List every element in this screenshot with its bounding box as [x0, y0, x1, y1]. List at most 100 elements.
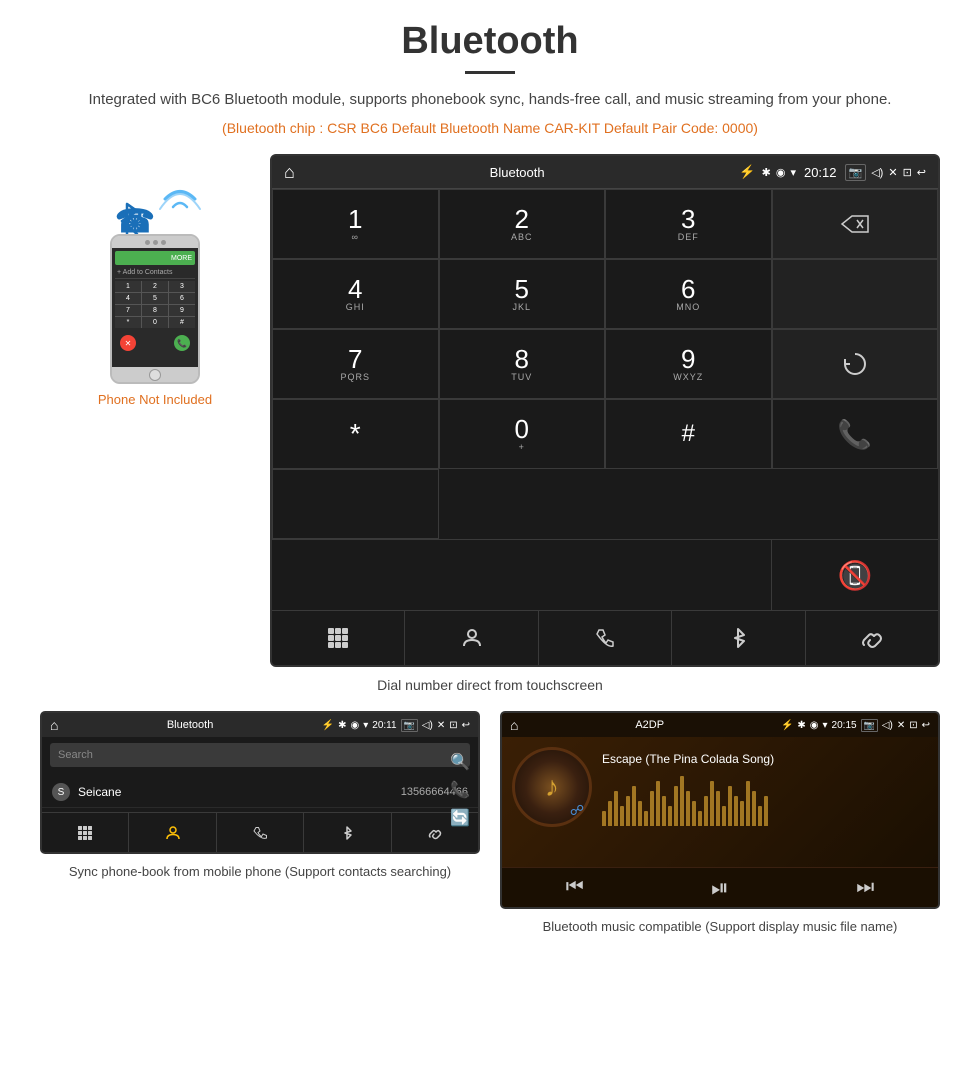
- music-info: Escape (The Pina Colada Song): [602, 747, 928, 857]
- wave-bar: [746, 781, 750, 826]
- dial-key-9[interactable]: 9 WXYZ: [605, 329, 772, 399]
- home-icon[interactable]: ⌂: [284, 162, 295, 183]
- contact-avatar: S: [52, 783, 70, 801]
- wave-bar: [716, 791, 720, 826]
- dial-key-backspace[interactable]: [772, 189, 939, 259]
- title-divider: [465, 71, 515, 74]
- phone-bottom-bar: [112, 367, 198, 382]
- toolbar-bluetooth-btn[interactable]: [672, 611, 805, 665]
- search-input[interactable]: Search: [50, 743, 470, 767]
- phone-key[interactable]: 5: [142, 293, 168, 304]
- contacts-back-icon[interactable]: ↩: [462, 720, 470, 731]
- contacts-toolbar-bt[interactable]: [304, 813, 391, 852]
- camera-icon[interactable]: 📷: [845, 164, 867, 181]
- dial-key-2[interactable]: 2 ABC: [439, 189, 606, 259]
- music-bt-icon: ✱: [797, 720, 805, 731]
- refresh-action-icon[interactable]: 🔄: [450, 808, 470, 828]
- phone-key[interactable]: 4: [115, 293, 141, 304]
- contacts-search-area: Search: [42, 737, 478, 773]
- dial-key-4[interactable]: 4 GHI: [272, 259, 439, 329]
- dial-key-hash[interactable]: #: [605, 399, 772, 469]
- contacts-home-icon[interactable]: ⌂: [50, 717, 58, 733]
- phone-key[interactable]: 9: [169, 305, 195, 316]
- music-content: ♪ ☍ Escape (The Pina Colada Song): [502, 737, 938, 867]
- dial-key-call-red[interactable]: [272, 469, 439, 539]
- specs-line: (Bluetooth chip : CSR BC6 Default Blueto…: [40, 120, 940, 136]
- phone-key[interactable]: 0: [142, 317, 168, 328]
- contacts-toolbar: [42, 812, 478, 852]
- dial-key-refresh[interactable]: [772, 329, 939, 399]
- contacts-action-icons: 🔍 📞 🔄: [450, 752, 470, 828]
- contacts-toolbar-call[interactable]: [217, 813, 304, 852]
- contacts-toolbar-dialpad[interactable]: [42, 813, 129, 852]
- contacts-toolbar-person[interactable]: [129, 813, 216, 852]
- contact-row[interactable]: S Seicane 13566664466: [42, 777, 478, 808]
- volume-icon[interactable]: ◁): [871, 166, 883, 179]
- call-action-icon[interactable]: 📞: [450, 780, 470, 800]
- phone-dialpad: 1 2 3 4 5 6 7 8 9 * 0 #: [115, 281, 195, 328]
- toolbar-contacts-btn[interactable]: [405, 611, 538, 665]
- dial-key-1[interactable]: 1 ∞: [272, 189, 439, 259]
- contacts-cam-icon[interactable]: 📷: [401, 719, 418, 732]
- contacts-vol-icon[interactable]: ◁): [422, 720, 433, 731]
- dial-key-empty-3: [272, 540, 772, 610]
- phone-home-button: [149, 369, 161, 381]
- wave-bar: [632, 786, 636, 826]
- music-screen: ⌂ A2DP ⚡ ✱ ◉ ▾ 20:15 📷 ◁) ✕ ⊡ ↩ ♪: [500, 711, 940, 909]
- prev-track-btn[interactable]: ⏮: [566, 876, 584, 899]
- phone-key[interactable]: *: [115, 317, 141, 328]
- music-window-icon[interactable]: ⊡: [909, 720, 917, 731]
- music-back-icon[interactable]: ↩: [922, 720, 930, 731]
- music-cam-icon[interactable]: 📷: [861, 719, 878, 732]
- phone-key[interactable]: 2: [142, 281, 168, 292]
- contacts-list: S Seicane 13566664466: [42, 773, 478, 812]
- toolbar-link-btn[interactable]: [806, 611, 938, 665]
- dial-key-star[interactable]: *: [272, 399, 439, 469]
- window-icon[interactable]: ⊡: [903, 166, 912, 179]
- phone-key[interactable]: 7: [115, 305, 141, 316]
- status-icons: ✱ ◉ ▾ 20:12 📷 ◁) ✕ ⊡ ↩: [762, 164, 926, 181]
- phone-key[interactable]: #: [169, 317, 195, 328]
- music-vol-icon[interactable]: ◁): [882, 720, 893, 731]
- wave-bar: [722, 806, 726, 826]
- dial-key-5[interactable]: 5 JKL: [439, 259, 606, 329]
- dial-key-8[interactable]: 8 TUV: [439, 329, 606, 399]
- phone-key[interactable]: 3: [169, 281, 195, 292]
- contacts-close-icon[interactable]: ✕: [437, 720, 445, 731]
- music-home-icon[interactable]: ⌂: [510, 717, 518, 733]
- phone-top-bar: [112, 236, 198, 248]
- music-song-title: Escape (The Pina Colada Song): [602, 752, 928, 766]
- dial-key-7[interactable]: 7 PQRS: [272, 329, 439, 399]
- dial-key-6[interactable]: 6 MNO: [605, 259, 772, 329]
- music-sig-icon: ▾: [823, 720, 828, 731]
- contacts-screenshot-block: ⌂ Bluetooth ⚡ ✱ ◉ ▾ 20:11 📷 ◁) ✕ ⊡ ↩ Se: [40, 711, 480, 937]
- phone-key[interactable]: 1: [115, 281, 141, 292]
- contacts-window-icon[interactable]: ⊡: [449, 720, 457, 731]
- wave-bar: [764, 796, 768, 826]
- dial-key-3[interactable]: 3 DEF: [605, 189, 772, 259]
- wave-bar: [758, 806, 762, 826]
- phone-dot-2: [153, 240, 158, 245]
- back-icon[interactable]: ↩: [917, 166, 926, 179]
- phone-key[interactable]: 8: [142, 305, 168, 316]
- phone-key[interactable]: 6: [169, 293, 195, 304]
- toolbar-call-btn[interactable]: [539, 611, 672, 665]
- close-icon[interactable]: ✕: [888, 166, 897, 179]
- music-close-icon[interactable]: ✕: [897, 720, 905, 731]
- dial-key-0[interactable]: 0 +: [439, 399, 606, 469]
- wave-bar: [692, 801, 696, 826]
- wave-bar: [752, 791, 756, 826]
- phone-screen-header: MORE: [115, 251, 195, 265]
- search-action-icon[interactable]: 🔍: [450, 752, 470, 772]
- phone-not-included-label: Phone Not Included: [98, 392, 212, 407]
- car-screen-title: Bluetooth: [301, 165, 734, 180]
- dialpad-grid: 1 ∞ 2 ABC 3 DEF: [272, 188, 938, 539]
- play-pause-btn[interactable]: ⏯: [711, 875, 729, 901]
- next-track-btn[interactable]: ⏭: [856, 876, 874, 899]
- dial-key-call-green[interactable]: 📞: [772, 399, 939, 469]
- search-placeholder: Search: [58, 749, 93, 761]
- toolbar-dialpad-btn[interactable]: [272, 611, 405, 665]
- contact-name: Seicane: [78, 785, 393, 799]
- dial-key-hangup[interactable]: 📵: [772, 540, 938, 610]
- phone-screen: MORE + Add to Contacts 1 2 3 4 5 6 7 8 9: [112, 248, 198, 367]
